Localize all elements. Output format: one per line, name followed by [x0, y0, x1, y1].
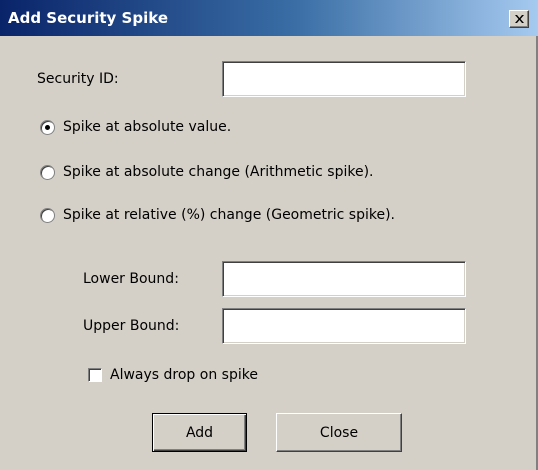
add-security-spike-dialog: Add Security Spike Security ID: Spike at…: [0, 0, 538, 470]
close-window-button[interactable]: [509, 10, 529, 28]
close-button-label: Close: [319, 424, 359, 441]
add-button[interactable]: Add: [152, 413, 247, 452]
security-id-input[interactable]: [222, 61, 466, 97]
upper-bound-label: Upper Bound:: [83, 318, 180, 334]
lower-bound-input[interactable]: [222, 261, 466, 297]
radio-label-arithmetic: Spike at absolute change (Arithmetic spi…: [63, 164, 374, 180]
security-id-label: Security ID:: [37, 71, 119, 87]
always-drop-label: Always drop on spike: [110, 367, 258, 383]
close-icon: [514, 15, 524, 23]
add-button-label: Add: [185, 424, 214, 441]
radio-spike-absolute-value[interactable]: Spike at absolute value.: [40, 119, 231, 135]
close-button[interactable]: Close: [276, 413, 402, 452]
title-bar[interactable]: Add Security Spike: [0, 0, 538, 36]
radio-label-geometric: Spike at relative (%) change (Geometric …: [63, 207, 395, 223]
radio-button-selected[interactable]: [40, 119, 55, 135]
window-title: Add Security Spike: [8, 9, 168, 27]
radio-dot: [45, 124, 50, 130]
always-drop-checkbox[interactable]: [88, 368, 102, 382]
radio-button[interactable]: [40, 164, 55, 180]
radio-spike-geometric[interactable]: Spike at relative (%) change (Geometric …: [40, 207, 395, 223]
lower-bound-label: Lower Bound:: [83, 271, 179, 287]
radio-label-absolute-value: Spike at absolute value.: [63, 119, 232, 135]
radio-button[interactable]: [40, 207, 55, 223]
upper-bound-input[interactable]: [222, 308, 466, 344]
always-drop-checkbox-row[interactable]: Always drop on spike: [88, 367, 258, 383]
radio-spike-arithmetic[interactable]: Spike at absolute change (Arithmetic spi…: [40, 164, 374, 180]
